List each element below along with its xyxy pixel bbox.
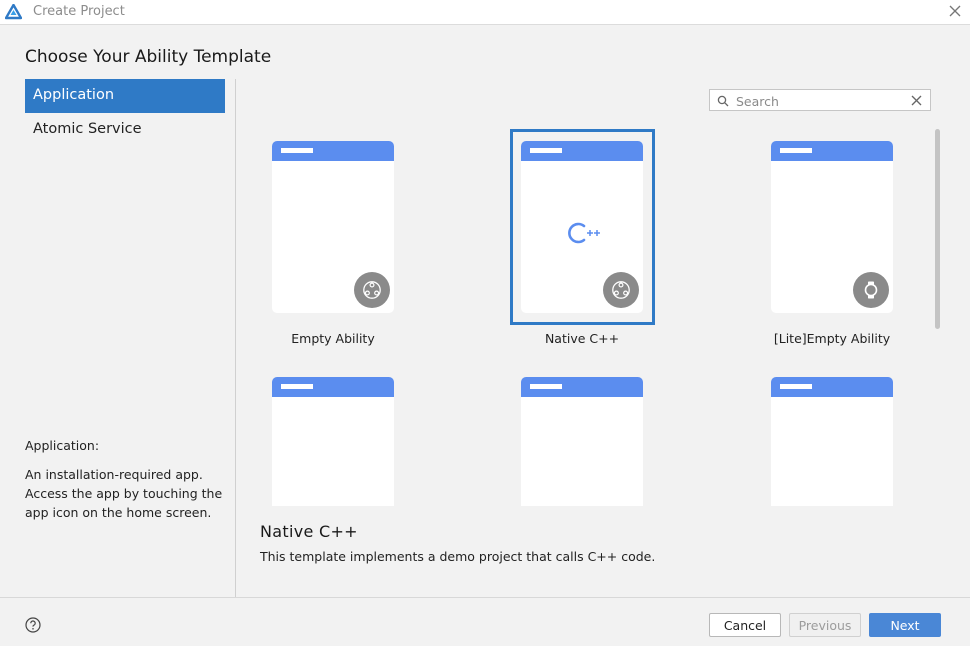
template-preview <box>771 377 893 506</box>
help-icon[interactable] <box>25 617 41 633</box>
preview-header-bar <box>771 141 893 161</box>
sidebar-item-label: Application <box>33 87 115 103</box>
phone-ability-icon <box>354 272 390 308</box>
preview-header-bar <box>521 377 643 397</box>
sidebar-item-application[interactable]: Application <box>25 79 225 113</box>
phone-ability-icon <box>603 272 639 308</box>
watch-icon <box>853 272 889 308</box>
template-card[interactable] <box>521 377 643 506</box>
search-box <box>709 89 931 111</box>
template-label: [Lite]Empty Ability <box>773 331 891 346</box>
template-detail-description: This template implements a demo project … <box>260 549 656 564</box>
template-preview <box>521 141 643 313</box>
deveco-logo-icon <box>5 4 22 20</box>
cancel-button[interactable]: Cancel <box>709 613 781 637</box>
search-input[interactable] <box>734 92 908 110</box>
previous-button[interactable]: Previous <box>789 613 861 637</box>
category-description-title: Application: <box>25 438 100 453</box>
page-title: Choose Your Ability Template <box>25 47 272 67</box>
template-preview <box>272 141 394 313</box>
template-detail-title: Native C++ <box>260 522 358 541</box>
cpp-logo-icon <box>566 220 602 246</box>
sidebar-divider <box>235 79 236 597</box>
preview-header-bar <box>272 377 394 397</box>
next-button[interactable]: Next <box>869 613 941 637</box>
preview-header-bar <box>771 377 893 397</box>
sidebar-item-atomic-service[interactable]: Atomic Service <box>25 113 225 147</box>
template-label: Native C++ <box>544 331 620 346</box>
window-title: Create Project <box>33 4 125 19</box>
template-preview <box>771 141 893 313</box>
title-bar: Create Project <box>0 0 970 25</box>
preview-header-bar <box>272 141 394 161</box>
template-scrollbar[interactable] <box>935 129 940 329</box>
preview-header-bar <box>521 141 643 161</box>
category-description-body: An installation-required app. Access the… <box>25 467 223 520</box>
template-card[interactable] <box>771 377 893 506</box>
template-preview <box>272 377 394 506</box>
search-icon <box>717 95 729 107</box>
category-description: Application: An installation-required ap… <box>25 436 225 522</box>
clear-search-icon[interactable] <box>911 95 922 106</box>
sidebar-item-label: Atomic Service <box>33 121 142 137</box>
template-label: Empty Ability <box>291 331 375 346</box>
template-card[interactable] <box>272 377 394 506</box>
close-icon[interactable] <box>948 4 962 18</box>
template-preview <box>521 377 643 506</box>
template-category-list: Application Atomic Service <box>25 79 225 147</box>
footer-divider <box>0 597 970 598</box>
